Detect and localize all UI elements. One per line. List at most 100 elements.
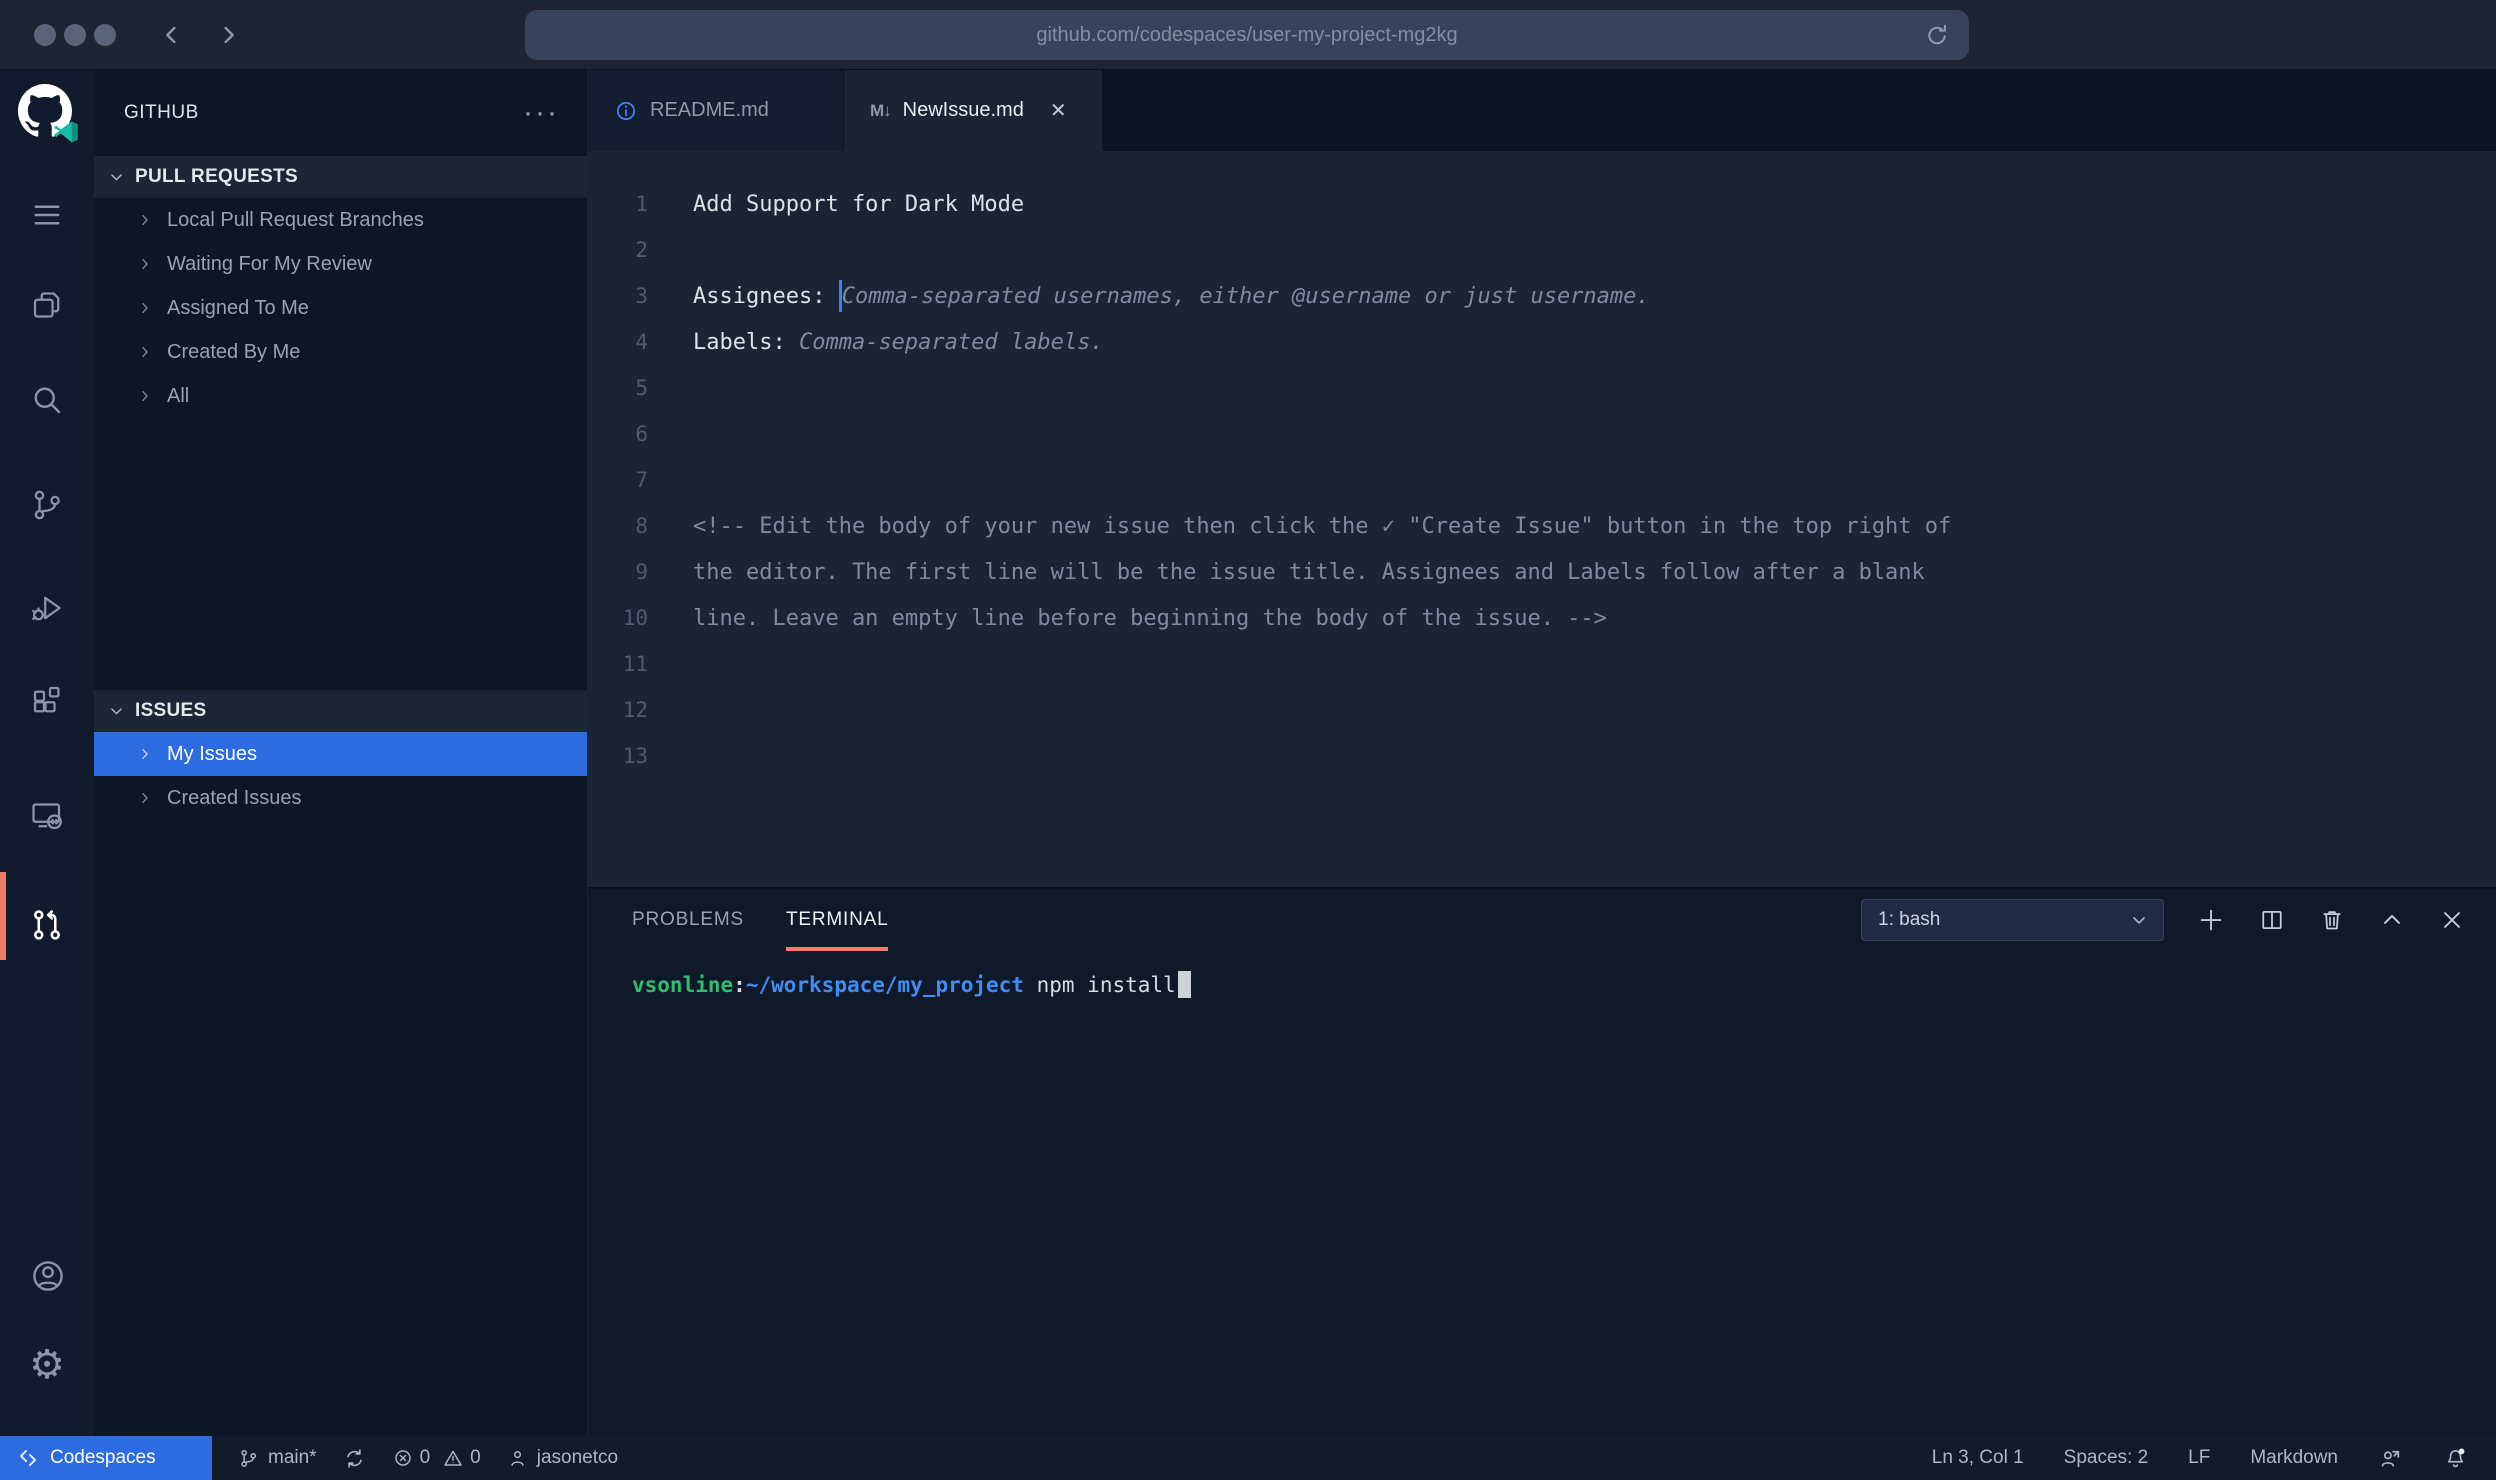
- github-pull-requests-button[interactable]: [29, 907, 65, 943]
- sidebar-item-waiting-for-my-review[interactable]: Waiting For My Review: [94, 242, 587, 286]
- sidebar-title: GITHUB: [124, 102, 199, 124]
- run-debug-button[interactable]: [29, 590, 65, 626]
- sidebar-item-all[interactable]: All: [94, 374, 587, 418]
- sync-status[interactable]: [343, 1447, 366, 1470]
- editor-line: 9 the editor. The first line will be the…: [588, 549, 2496, 595]
- account-button[interactable]: [29, 1257, 65, 1293]
- browser-forward-button[interactable]: [214, 21, 242, 49]
- close-tab-button[interactable]: ✕: [1050, 98, 1067, 123]
- chevron-right-icon: [137, 790, 153, 806]
- tab-newissue[interactable]: M↓ NewIssue.md ✕: [844, 70, 1102, 151]
- editor-tab-bar: README.md M↓ NewIssue.md ✕: [588, 70, 2496, 151]
- sidebar-spacer: [94, 418, 587, 690]
- url-text: github.com/codespaces/user-my-project-mg…: [1036, 24, 1457, 47]
- extensions-icon: [29, 682, 65, 718]
- remote-indicator[interactable]: Codespaces: [0, 1436, 212, 1480]
- source-control-button[interactable]: [29, 487, 65, 523]
- labels-hint: Comma-separated labels.: [799, 330, 1104, 355]
- branch-status[interactable]: main*: [238, 1447, 317, 1469]
- language-mode-status[interactable]: Markdown: [2250, 1447, 2338, 1469]
- menu-button[interactable]: [29, 197, 65, 233]
- more-actions-button[interactable]: ···: [523, 103, 559, 123]
- comment-line-2: the editor. The first line will be the i…: [693, 560, 1925, 585]
- window-controls: [34, 24, 116, 46]
- sidebar-item-my-issues[interactable]: My Issues: [94, 732, 587, 776]
- sidebar-item-created-by-me[interactable]: Created By Me: [94, 330, 587, 374]
- sidebar-item-created-issues[interactable]: Created Issues: [94, 776, 587, 820]
- status-bar: Codespaces main* 0 0 jasonetco Ln 3, Col…: [0, 1436, 2496, 1480]
- tab-problems[interactable]: PROBLEMS: [632, 889, 744, 951]
- tab-readme[interactable]: README.md: [588, 70, 844, 151]
- window-zoom-button[interactable]: [94, 24, 116, 46]
- github-user-status[interactable]: jasonetco: [507, 1447, 618, 1469]
- chevron-down-icon: [108, 169, 125, 186]
- chevron-up-icon: [2378, 906, 2406, 934]
- reload-icon: [1923, 21, 1951, 49]
- terminal-shell-select[interactable]: 1: bash: [1861, 899, 2164, 941]
- window-close-button[interactable]: [34, 24, 56, 46]
- sidebar-item-assigned-to-me[interactable]: Assigned To Me: [94, 286, 587, 330]
- person-icon: [507, 1448, 528, 1469]
- feedback-icon: [2378, 1446, 2403, 1471]
- terminal-cursor: [1178, 971, 1191, 998]
- close-panel-button[interactable]: [2438, 906, 2466, 934]
- split-terminal-button[interactable]: [2258, 906, 2286, 934]
- search-icon: [29, 382, 65, 418]
- explorer-button[interactable]: [29, 287, 65, 323]
- problems-status[interactable]: 0 0: [392, 1447, 481, 1469]
- error-count: 0: [420, 1447, 431, 1469]
- editor-area[interactable]: 1 Add Support for Dark Mode 2 3 Assignee…: [588, 151, 2496, 887]
- indentation-status[interactable]: Spaces: 2: [2064, 1447, 2149, 1469]
- markdown-icon: M↓: [870, 101, 891, 121]
- new-terminal-button[interactable]: [2196, 905, 2226, 935]
- chevron-right-icon: [137, 746, 153, 762]
- feedback-button[interactable]: [2378, 1446, 2403, 1471]
- comment-line-3: line. Leave an empty line before beginni…: [693, 606, 1607, 631]
- sidebar-item-local-pull-request-branches[interactable]: Local Pull Request Branches: [94, 198, 587, 242]
- eol-status[interactable]: LF: [2188, 1447, 2210, 1469]
- info-icon: [614, 99, 638, 123]
- cursor-position-status[interactable]: Ln 3, Col 1: [1932, 1447, 2024, 1469]
- assignees-hint: Comma-separated usernames, either @usern…: [842, 284, 1650, 309]
- address-bar[interactable]: github.com/codespaces/user-my-project-mg…: [525, 10, 1969, 60]
- active-tab-underline: [786, 947, 888, 951]
- gear-icon: ⚙: [29, 1343, 65, 1387]
- chevron-right-icon: [137, 344, 153, 360]
- section-pull-requests[interactable]: PULL REQUESTS: [94, 156, 587, 198]
- settings-button[interactable]: ⚙: [24, 1342, 70, 1388]
- vscode-icon: [52, 118, 80, 146]
- comment-line-1: <!-- Edit the body of your new issue the…: [693, 514, 1951, 539]
- sync-icon: [343, 1447, 366, 1470]
- error-icon: [392, 1447, 414, 1469]
- reload-button[interactable]: [1923, 21, 1951, 49]
- chevron-down-icon: [2129, 910, 2149, 930]
- assignees-label: Assignees:: [693, 284, 839, 309]
- browser-chrome: github.com/codespaces/user-my-project-mg…: [0, 0, 2496, 70]
- notifications-button[interactable]: [2443, 1446, 2468, 1471]
- pull-request-icon: [29, 907, 65, 943]
- terminal-user: vsonline: [632, 973, 733, 997]
- github-sidebar: GITHUB ··· PULL REQUESTS Local Pull Requ…: [94, 70, 588, 1436]
- browser-back-button[interactable]: [158, 21, 186, 49]
- kill-terminal-button[interactable]: [2318, 906, 2346, 934]
- tab-terminal[interactable]: TERMINAL: [786, 889, 888, 951]
- bottom-panel: PROBLEMS TERMINAL 1: bash: [588, 887, 2496, 1436]
- editor-line: 1 Add Support for Dark Mode: [588, 181, 2496, 227]
- extensions-button[interactable]: [29, 682, 65, 718]
- warning-count: 0: [470, 1447, 481, 1469]
- search-button[interactable]: [29, 382, 65, 418]
- files-icon: [29, 287, 65, 323]
- remote-explorer-button[interactable]: [29, 797, 65, 833]
- chevron-right-icon: [214, 21, 242, 49]
- warning-icon: [442, 1447, 464, 1469]
- window-minimize-button[interactable]: [64, 24, 86, 46]
- split-panel-icon: [2258, 906, 2286, 934]
- notification-badge: [2459, 1448, 2465, 1454]
- bell-icon: [2443, 1446, 2468, 1471]
- chevron-left-icon: [158, 21, 186, 49]
- terminal-output[interactable]: vsonline:~/workspace/my_project npm inst…: [588, 951, 2496, 998]
- debug-icon: [29, 590, 65, 626]
- maximize-panel-button[interactable]: [2378, 906, 2406, 934]
- section-issues[interactable]: ISSUES: [94, 690, 587, 732]
- issue-title-text: Add Support for Dark Mode: [693, 192, 1024, 217]
